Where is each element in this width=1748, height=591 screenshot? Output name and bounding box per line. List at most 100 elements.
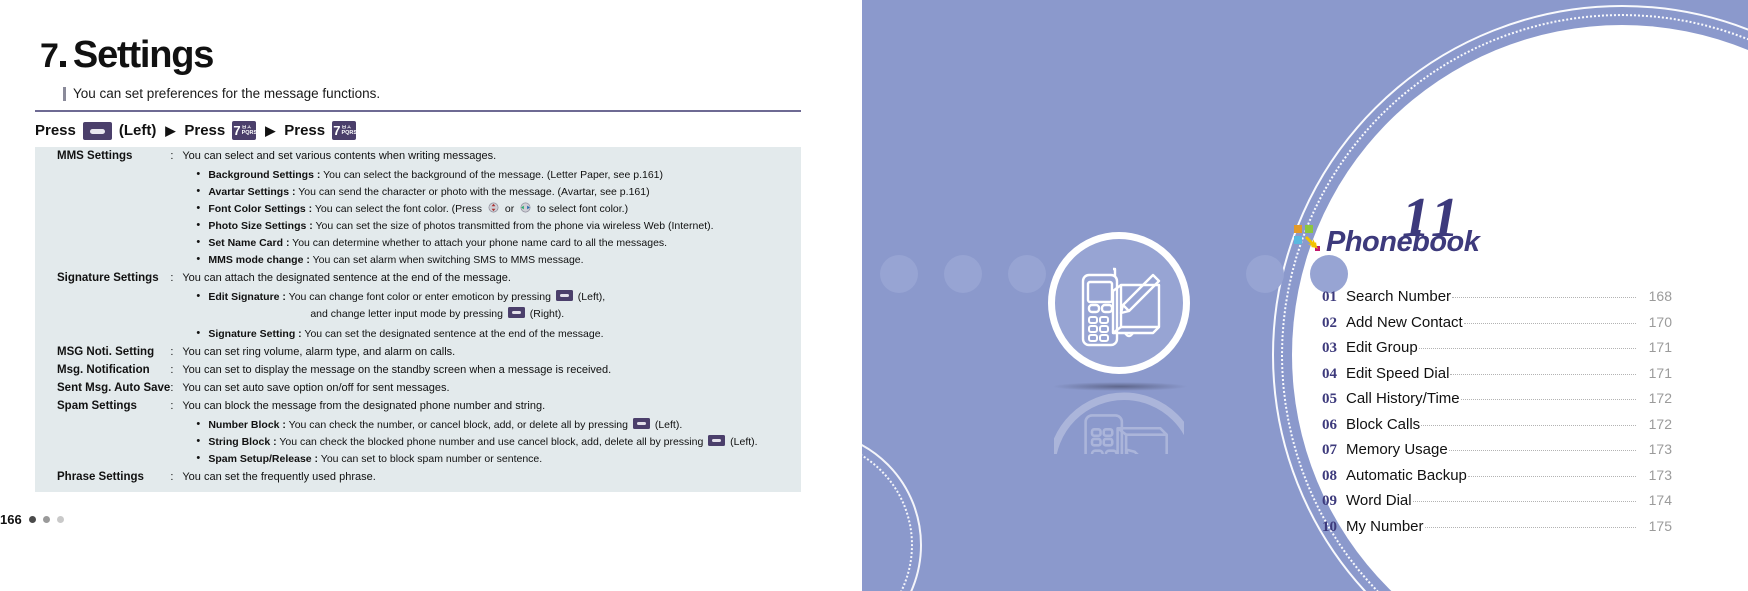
list-item: Spam Setup/Release : You can set to bloc… [182,450,801,468]
setting-term: Sent Msg. Auto Save [57,382,171,394]
subitem-text-3: to select font color.) [537,203,629,215]
page-number: 166 [0,512,22,527]
toc-leader-dots [1421,424,1636,426]
toc-label: Edit Speed Dial [1346,364,1450,382]
decorative-dot-icon [944,255,982,293]
setting-term: Spam Settings [57,400,137,412]
toc-label: Automatic Backup [1346,466,1467,484]
chapter-section-title: Phonebook [1294,225,1480,259]
list-item[interactable]: 01 Search Number 168 [1322,288,1672,314]
toc-leader-dots [1424,526,1636,528]
table-row: Spam Settings : You can block the messag… [35,397,801,468]
list-item: Edit Signature : You can change font col… [182,288,801,306]
decorative-dot-icon [1008,255,1046,293]
header-divider [35,110,801,112]
toc-page-number: 170 [1648,313,1672,330]
square-green-icon [1305,225,1313,233]
subitem-cont-text: and change letter input mode by pressing [310,308,503,320]
toc-leader-dots [1460,399,1636,400]
setting-desc: You can set the frequently used phrase. [182,471,376,483]
toc-number: 06 [1322,416,1337,433]
table-row: MMS Settings : You can select and set va… [35,147,801,269]
setting-subitems: Edit Signature : You can change font col… [182,288,801,343]
settings-table: MMS Settings : You can select and set va… [35,147,801,486]
chapter-heading: 7 Settings [40,34,214,77]
toc-label: Edit Group [1346,339,1418,356]
list-item: Photo Size Settings : You can set the si… [182,217,801,235]
list-item: Avartar Settings : You can send the char… [182,183,801,201]
footer-dot-2-icon [42,516,50,523]
subtitle-text: You can set preferences for the message … [73,86,381,101]
toc-leader-dots [1412,501,1636,502]
decorative-arc-left-dotted [862,439,913,591]
decorative-dot-icon [1246,255,1284,293]
toc-label: Call History/Time [1346,390,1460,407]
soft-key-icon [82,121,112,140]
toc-label: Search Number [1346,288,1452,305]
soft-key-side-label: (Left) [118,122,157,139]
press-label-2: Press [184,122,226,139]
list-item[interactable]: 04 Edit Speed Dial 171 [1322,365,1672,391]
num-key-sublabel-2: ㅂㅅ PQRS [341,124,358,136]
list-item[interactable]: 03 Edit Group 171 [1322,339,1672,365]
list-item[interactable]: 09 Word Dial 174 [1322,492,1672,518]
num-key-digit-2: 7 [333,123,341,138]
right-page-chapter-divider: 11 Phonebook 01 Search Number 168 02 Add… [862,0,1748,591]
toc-page-number: 172 [1648,390,1672,406]
subitem-label: Avartar Settings : [208,186,296,198]
list-item-continuation: and change letter input mode by pressing… [182,306,801,323]
left-page: 7 Settings You can set preferences for t… [0,0,862,591]
press-label-1: Press [35,122,76,139]
subitem-text: You can select the background of the mes… [323,169,663,181]
section-title-text: Phonebook [1326,226,1480,258]
setting-colon: : [170,471,174,483]
toc-page-number: 174 [1648,492,1672,508]
toc-number: 01 [1322,289,1337,305]
num-key-digit: 7 [233,123,241,138]
toc-page-number: 171 [1648,364,1672,381]
toc-leader-dots [1448,450,1636,451]
toc-leader-dots [1463,322,1636,324]
list-item: MMS mode change : You can set alarm when… [182,251,801,269]
setting-desc: You can set ring volume, alarm type, and… [182,346,456,358]
toc-page-number: 168 [1648,288,1672,304]
phone-and-book-icon [1081,267,1161,347]
subitem-text: You can set alarm when switching SMS to … [312,254,584,266]
toc-leader-dots [1450,373,1636,375]
toc-page-number: 172 [1648,415,1672,432]
list-item: Signature Setting : You can set the desi… [182,325,801,343]
square-blue-icon [1294,236,1302,244]
footer-dot-3-icon [56,516,64,523]
table-row: Phrase Settings : You can set the freque… [35,468,801,486]
list-item[interactable]: 07 Memory Usage 173 [1322,441,1672,467]
list-item[interactable]: 05 Call History/Time 172 [1322,390,1672,416]
subitem-label: Number Block : [208,419,286,431]
table-row: Sent Msg. Auto Save : You can set auto s… [35,379,801,397]
setting-term: MMS Settings [57,150,133,162]
setting-colon: : [170,400,174,412]
list-item[interactable]: 08 Automatic Backup 173 [1322,467,1672,493]
setting-colon: : [170,364,174,376]
soft-key-icon [507,307,525,318]
setting-colon: : [170,382,174,394]
arrow-right-icon: ▶ [165,122,176,138]
list-item[interactable]: 06 Block Calls 172 [1322,416,1672,442]
toc-number: 05 [1322,391,1337,407]
setting-desc: You can attach the designated sentence a… [182,272,511,284]
toc-number: 03 [1322,340,1337,356]
subitem-text: You can check the blocked phone number a… [279,436,704,448]
subitem-label: Photo Size Settings : [208,220,313,232]
list-item[interactable]: 02 Add New Contact 170 [1322,314,1672,340]
subitem-label: Font Color Settings : [208,203,313,215]
subitem-text: You can check the number, or cancel bloc… [288,419,628,431]
subitem-text-3: (Left), [577,291,606,303]
setting-colon: : [170,150,174,162]
list-item[interactable]: 10 My Number 175 [1322,518,1672,544]
toc-number: 09 [1322,493,1337,509]
table-row: Msg. Notification : You can set to displ… [35,361,801,379]
subitem-label: Spam Setup/Release : [208,453,319,465]
subitem-label: Edit Signature : [208,291,286,303]
setting-desc: You can set auto save option on/off for … [182,382,450,394]
subitem-label: Signature Setting : [208,328,302,340]
toc-number: 07 [1322,442,1337,458]
